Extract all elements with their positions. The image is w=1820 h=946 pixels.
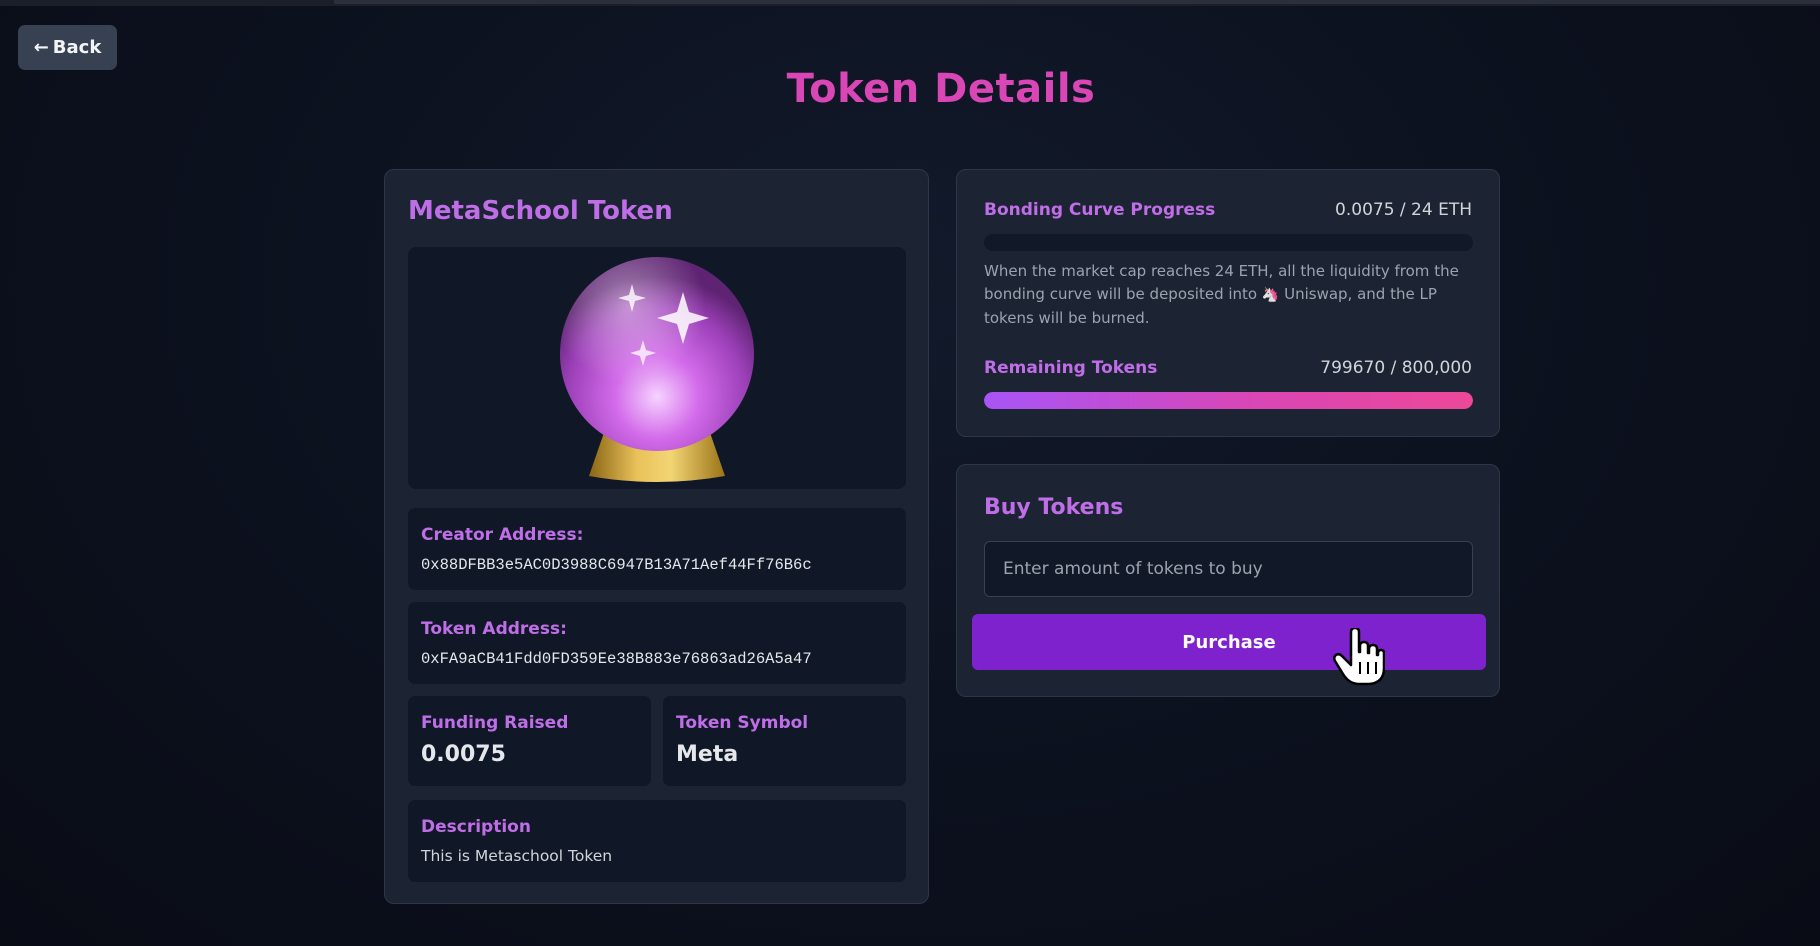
bonding-curve-bar <box>984 234 1473 251</box>
description-label: Description <box>421 817 531 837</box>
funding-raised-value: 0.0075 <box>421 742 506 767</box>
creator-address-value: 0x88DFBB3e5AC0D3988C6947B13A71Aef44Ff76B… <box>421 556 812 574</box>
funding-raised-card: Funding Raised 0.0075 <box>408 696 651 786</box>
remaining-tokens-value: 799670 / 800,000 <box>1320 358 1472 378</box>
funding-raised-label: Funding Raised <box>421 713 569 733</box>
description-card: Description This is Metaschool Token <box>408 800 906 882</box>
arrow-left-icon: ← <box>33 37 49 58</box>
token-symbol-label: Token Symbol <box>676 713 809 733</box>
remaining-tokens-bar-fill <box>984 392 1473 409</box>
token-symbol-value: Meta <box>676 742 739 767</box>
buy-tokens-panel: Buy Tokens Purchase <box>956 464 1500 697</box>
token-image-box <box>408 247 906 489</box>
back-button[interactable]: ← Back <box>18 25 117 70</box>
unicorn-icon: 🦄 <box>1261 287 1280 303</box>
creator-address-label: Creator Address: <box>421 525 584 545</box>
token-address-label: Token Address: <box>421 619 567 639</box>
progress-panel: Bonding Curve Progress 0.0075 / 24 ETH W… <box>956 169 1500 437</box>
buy-tokens-title: Buy Tokens <box>984 495 1124 520</box>
token-name: MetaSchool Token <box>408 196 673 226</box>
page-title: Token Details <box>786 66 1096 112</box>
remaining-tokens-bar <box>984 392 1473 409</box>
crystal-ball-icon <box>560 257 754 482</box>
token-amount-input[interactable] <box>984 541 1473 597</box>
creator-address-card: Creator Address: 0x88DFBB3e5AC0D3988C694… <box>408 508 906 590</box>
token-symbol-card: Token Symbol Meta <box>663 696 906 786</box>
top-scrollbar[interactable] <box>0 0 1820 6</box>
purchase-button[interactable]: Purchase <box>972 614 1486 670</box>
remaining-tokens-label: Remaining Tokens <box>984 358 1158 378</box>
back-button-label: Back <box>52 37 102 58</box>
description-text: This is Metaschool Token <box>421 847 613 865</box>
top-scrollbar-thumb[interactable] <box>334 0 1820 4</box>
bonding-curve-value: 0.0075 / 24 ETH <box>1335 200 1472 220</box>
bonding-curve-note: When the market cap reaches 24 ETH, all … <box>984 260 1484 330</box>
token-address-card: Token Address: 0xFA9aCB41Fdd0FD359Ee38B8… <box>408 602 906 684</box>
bonding-curve-label: Bonding Curve Progress <box>984 200 1216 220</box>
token-address-value: 0xFA9aCB41Fdd0FD359Ee38B883e76863ad26A5a… <box>421 650 812 668</box>
token-info-panel: MetaSchool Token Creator Address: 0x88DF… <box>384 169 929 904</box>
